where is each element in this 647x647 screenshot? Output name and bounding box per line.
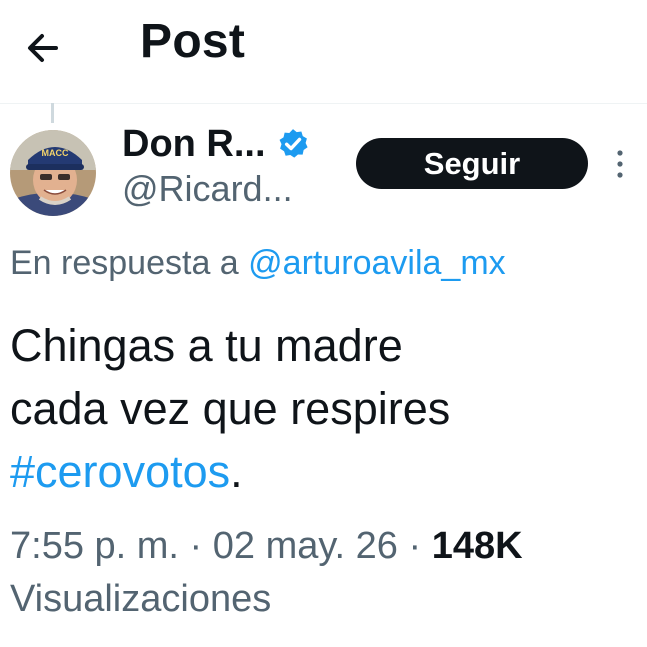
- reply-context: En respuesta a @arturoavila_mx: [10, 244, 506, 283]
- reply-mention-link[interactable]: @arturoavila_mx: [248, 244, 506, 282]
- thread-connector-line: [51, 103, 54, 123]
- more-vertical-icon[interactable]: [612, 148, 628, 180]
- tweet-line-1: Chingas a tu madre: [10, 320, 403, 371]
- views-label: Visualizaciones: [10, 578, 272, 620]
- tweet-text: Chingas a tu madre cada vez que respires…: [10, 314, 630, 503]
- top-bar: Post: [0, 0, 647, 104]
- reply-prefix: En respuesta a: [10, 244, 239, 282]
- author-display-name[interactable]: Don R...: [122, 123, 266, 166]
- follow-button[interactable]: Seguir: [356, 138, 588, 189]
- tweet-line-2: cada vez que respires: [10, 383, 451, 434]
- avatar[interactable]: MACC: [10, 130, 96, 216]
- arrow-left-icon[interactable]: [22, 26, 66, 70]
- hashtag-suffix: .: [230, 446, 243, 497]
- verified-badge-icon[interactable]: [276, 127, 310, 161]
- meta-separator: ·: [189, 525, 203, 567]
- tweet-metadata: 7:55 p. m. · 02 may. 26 · 148K Visualiza…: [10, 520, 630, 626]
- meta-separator: ·: [408, 525, 422, 567]
- views-count: 148K: [431, 525, 523, 567]
- tweet-time[interactable]: 7:55 p. m.: [10, 525, 179, 567]
- hashtag-link[interactable]: #cerovotos: [10, 446, 230, 497]
- tweet-date[interactable]: 02 may. 26: [213, 525, 398, 567]
- author-handle[interactable]: @Ricard...: [122, 168, 293, 210]
- svg-text:MACC: MACC: [42, 148, 69, 158]
- page-title: Post: [140, 15, 246, 68]
- tweet-line-3: #cerovotos.: [10, 440, 630, 503]
- author-name-row: Don R...: [122, 118, 310, 170]
